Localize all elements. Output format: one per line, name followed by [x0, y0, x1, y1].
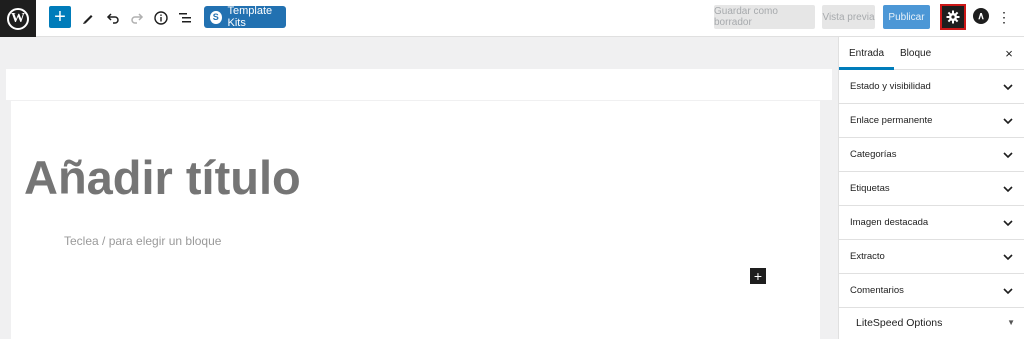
template-kits-icon: S	[210, 10, 222, 24]
add-block-button[interactable]: +	[49, 6, 71, 28]
settings-sidebar: Entrada Bloque × Estado y visibilidad En…	[838, 37, 1024, 339]
plus-icon: +	[753, 268, 763, 284]
panel-comentarios[interactable]: Comentarios	[839, 274, 1024, 308]
panel-label: Enlace permanente	[850, 115, 933, 126]
close-sidebar-button[interactable]: ×	[1002, 45, 1016, 61]
undo-button[interactable]	[102, 7, 124, 29]
inline-add-block-button[interactable]: +	[750, 268, 766, 284]
chevron-down-icon	[1003, 254, 1013, 261]
top-toolbar: W + S Template Kits Guardar como borrado…	[0, 0, 1024, 37]
astra-button[interactable]: ∧	[973, 8, 989, 24]
tab-bloque[interactable]: Bloque	[900, 37, 931, 70]
editor-canvas: Añadir título Teclea / para elegir un bl…	[11, 101, 820, 339]
tab-entrada-label: Entrada	[849, 48, 885, 59]
post-title-input[interactable]: Añadir título	[24, 150, 301, 205]
template-kits-label: Template Kits	[227, 5, 273, 29]
redo-icon	[131, 13, 144, 24]
panel-categorias[interactable]: Categorías	[839, 138, 1024, 172]
panel-estado-visibilidad[interactable]: Estado y visibilidad	[839, 70, 1024, 104]
save-draft-label: Guardar como borrador	[714, 6, 778, 28]
tools-button[interactable]	[77, 7, 99, 29]
panel-etiquetas[interactable]: Etiquetas	[839, 172, 1024, 206]
template-kits-button[interactable]: S Template Kits	[204, 5, 286, 29]
settings-button[interactable]	[940, 4, 966, 30]
details-button[interactable]	[150, 7, 172, 29]
plus-icon: +	[54, 6, 66, 28]
block-appender[interactable]: Teclea / para elegir un bloque	[64, 234, 221, 248]
chevron-down-icon	[1003, 84, 1013, 91]
tab-entrada[interactable]: Entrada	[838, 37, 895, 70]
chevron-down-icon	[1003, 288, 1013, 295]
save-draft-button[interactable]: Guardar como borrador	[714, 5, 815, 29]
list-view-icon	[179, 13, 191, 23]
undo-icon	[106, 13, 119, 24]
panel-label: Etiquetas	[850, 183, 890, 194]
tab-bloque-label: Bloque	[900, 48, 932, 59]
list-view-button[interactable]	[174, 7, 196, 29]
panel-extracto[interactable]: Extracto	[839, 240, 1024, 274]
panel-label: Estado y visibilidad	[850, 81, 931, 92]
triangle-down-icon: ▼	[1007, 318, 1015, 327]
publish-label: Publicar	[888, 11, 925, 23]
preview-button[interactable]: Vista previa	[822, 5, 875, 29]
info-icon	[154, 11, 168, 25]
panel-label: Categorías	[850, 149, 897, 160]
wordpress-icon: W	[7, 7, 29, 30]
sidebar-tabs: Entrada Bloque ×	[838, 37, 1024, 70]
gear-icon	[946, 10, 960, 24]
wordpress-logo[interactable]: W	[0, 0, 36, 37]
panel-label: Comentarios	[850, 285, 904, 296]
panel-enlace-permanente[interactable]: Enlace permanente	[839, 104, 1024, 138]
redo-button[interactable]	[126, 7, 148, 29]
preview-label: Vista previa	[822, 11, 875, 23]
chevron-down-icon	[1003, 118, 1013, 125]
chevron-down-icon	[1003, 220, 1013, 227]
litespeed-options-metabox[interactable]: LiteSpeed Options ▼	[839, 308, 1024, 338]
publish-button[interactable]: Publicar	[883, 5, 930, 29]
editor-area: Añadir título Teclea / para elegir un bl…	[0, 37, 838, 339]
chevron-down-icon	[1003, 186, 1013, 193]
pen-icon	[83, 15, 93, 24]
editor-header-strip	[6, 69, 832, 100]
litespeed-label: LiteSpeed Options	[856, 317, 943, 329]
panel-label: Imagen destacada	[850, 217, 929, 228]
astra-icon: ∧	[977, 10, 985, 22]
panel-label: Extracto	[850, 251, 885, 262]
chevron-down-icon	[1003, 152, 1013, 159]
more-vertical-icon: ⋮	[997, 8, 1011, 25]
close-icon: ×	[1005, 45, 1013, 61]
panel-imagen-destacada[interactable]: Imagen destacada	[839, 206, 1024, 240]
options-button[interactable]: ⋮	[997, 7, 1011, 27]
